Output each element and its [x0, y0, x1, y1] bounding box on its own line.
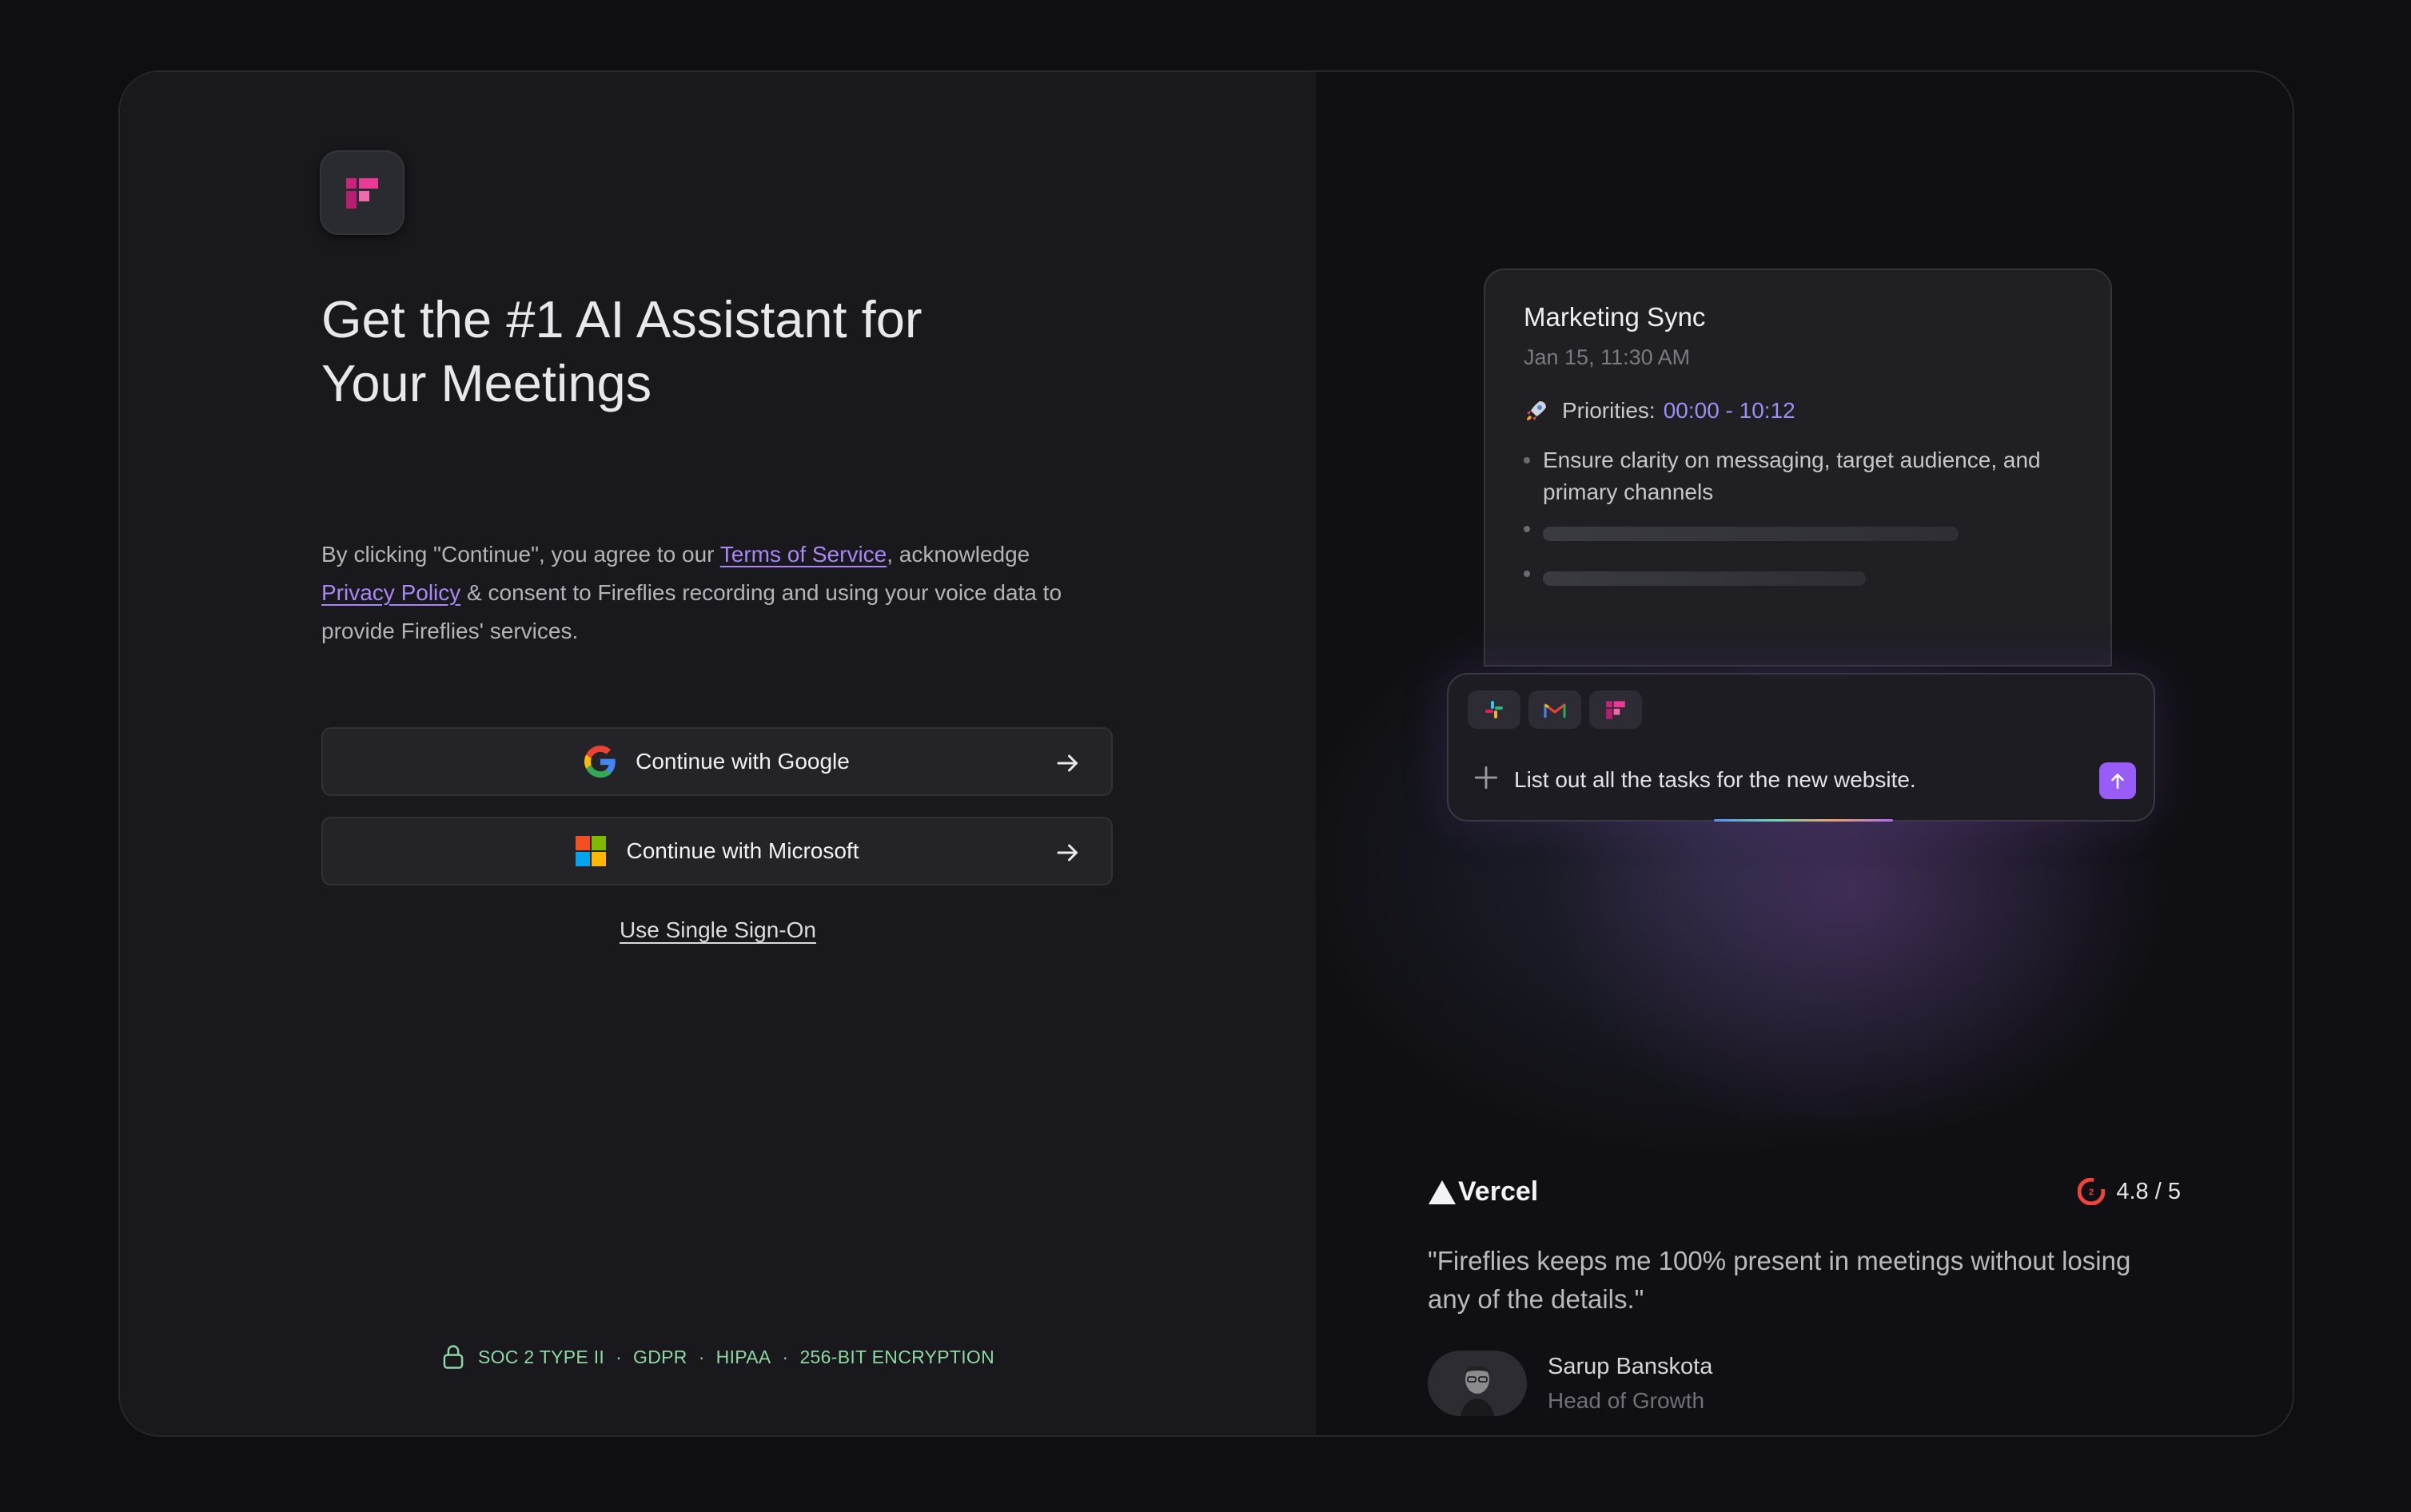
g2-icon: 2 — [2078, 1178, 2106, 1205]
compliance-item-hipaa: HIPAA — [715, 1346, 771, 1367]
list-item-placeholder — [1524, 524, 1959, 541]
continue-with-microsoft-button[interactable]: Continue with Microsoft — [321, 817, 1113, 885]
priorities-row: Priorities: 00:00 - 10:12 — [1524, 398, 1795, 424]
separator-dot: · — [616, 1346, 623, 1367]
page-title-line-1: Get the #1 AI Assistant for — [321, 290, 923, 348]
company-name: Vercel — [1458, 1176, 1539, 1207]
ai-prompt-composer: List out all the tasks for the new websi… — [1447, 673, 2155, 822]
list-item-placeholder — [1524, 569, 1866, 586]
company-logo: Vercel — [1428, 1176, 1538, 1208]
microsoft-icon — [575, 835, 607, 867]
lock-icon — [443, 1345, 464, 1369]
input-glow-indicator — [1714, 819, 1893, 822]
privacy-policy-link[interactable]: Privacy Policy — [321, 580, 460, 605]
meeting-summary-card: Marketing Sync Jan 15, 11:30 AM Prioriti… — [1484, 269, 2112, 666]
prompt-input[interactable]: List out all the tasks for the new websi… — [1514, 767, 1916, 793]
meeting-title: Marketing Sync — [1524, 302, 1706, 332]
skeleton-line — [1543, 527, 1959, 541]
fireflies-logo-icon — [1606, 701, 1625, 719]
avatar — [1428, 1351, 1527, 1416]
bullet-dot — [1524, 457, 1530, 464]
slack-icon — [1485, 701, 1503, 718]
rating-badge: 2 4.8 / 5 — [2078, 1178, 2181, 1205]
send-button[interactable] — [2099, 762, 2136, 799]
svg-text:2: 2 — [2089, 1188, 2094, 1197]
compliance-item-gdpr: GDPR — [633, 1346, 687, 1367]
login-panel: Get the #1 AI Assistant for Your Meeting… — [120, 72, 1316, 1435]
person-photo — [1445, 1351, 1510, 1416]
consent-text-part: By clicking "Continue", you agree to our — [321, 542, 720, 567]
consent-text: By clicking "Continue", you agree to our… — [321, 535, 1121, 651]
meeting-date: Jan 15, 11:30 AM — [1524, 345, 1691, 369]
bullet-dot — [1524, 526, 1530, 532]
skeleton-line — [1543, 571, 1866, 586]
arrow-up-icon — [2111, 774, 2124, 789]
showcase-panel: Marketing Sync Jan 15, 11:30 AM Prioriti… — [1316, 72, 2293, 1435]
plus-icon[interactable] — [1473, 764, 1500, 791]
priorities-label: Priorities: — [1562, 398, 1656, 423]
page-title-line-2: Your Meetings — [321, 354, 652, 412]
fireflies-integration-chip[interactable] — [1589, 690, 1642, 729]
login-card: Get the #1 AI Assistant for Your Meeting… — [118, 70, 2294, 1437]
use-single-sign-on-link[interactable]: Use Single Sign-On — [620, 917, 816, 942]
terms-of-service-link[interactable]: Terms of Service — [720, 542, 887, 567]
slack-integration-chip[interactable] — [1468, 690, 1520, 729]
gmail-integration-chip[interactable] — [1528, 690, 1581, 729]
bullet-text: Ensure clarity on messaging, target audi… — [1543, 448, 2041, 504]
gmail-icon — [1544, 703, 1566, 718]
consent-text-part: , acknowledge — [887, 542, 1030, 567]
fireflies-logo — [320, 150, 404, 235]
list-item: Ensure clarity on messaging, target audi… — [1524, 444, 2094, 508]
arrow-right-icon — [1057, 754, 1078, 772]
fireflies-logo-icon — [346, 178, 378, 209]
testimonial-quote: "Fireflies keeps me 100% present in meet… — [1428, 1246, 2131, 1314]
priorities-timestamp[interactable]: 00:00 - 10:12 — [1664, 398, 1795, 424]
bullet-dot — [1524, 571, 1530, 577]
rocket-icon — [1527, 401, 1546, 420]
separator-dot: · — [698, 1346, 705, 1367]
person-name: Sarup Banskota — [1548, 1354, 1713, 1379]
sso-row: Use Single Sign-On — [120, 917, 1316, 943]
continue-with-google-label: Continue with Google — [636, 749, 850, 774]
arrow-right-icon — [1057, 844, 1078, 861]
vercel-triangle-icon — [1429, 1180, 1456, 1204]
compliance-item-soc2: SOC 2 TYPE II — [477, 1346, 605, 1367]
compliance-item-encryption: 256-BIT ENCRYPTION — [799, 1346, 995, 1367]
google-icon — [584, 746, 616, 778]
continue-with-google-button[interactable]: Continue with Google — [321, 727, 1113, 796]
person-role: Head of Growth — [1548, 1388, 1705, 1413]
compliance-badges: SOC 2 TYPE II · GDPR · HIPAA · 256-BIT E… — [120, 1344, 1316, 1370]
continue-with-microsoft-label: Continue with Microsoft — [626, 838, 859, 863]
page-title: Get the #1 AI Assistant for Your Meeting… — [321, 288, 1041, 416]
separator-dot: · — [782, 1346, 789, 1367]
rating-value: 4.8 / 5 — [2116, 1178, 2181, 1204]
